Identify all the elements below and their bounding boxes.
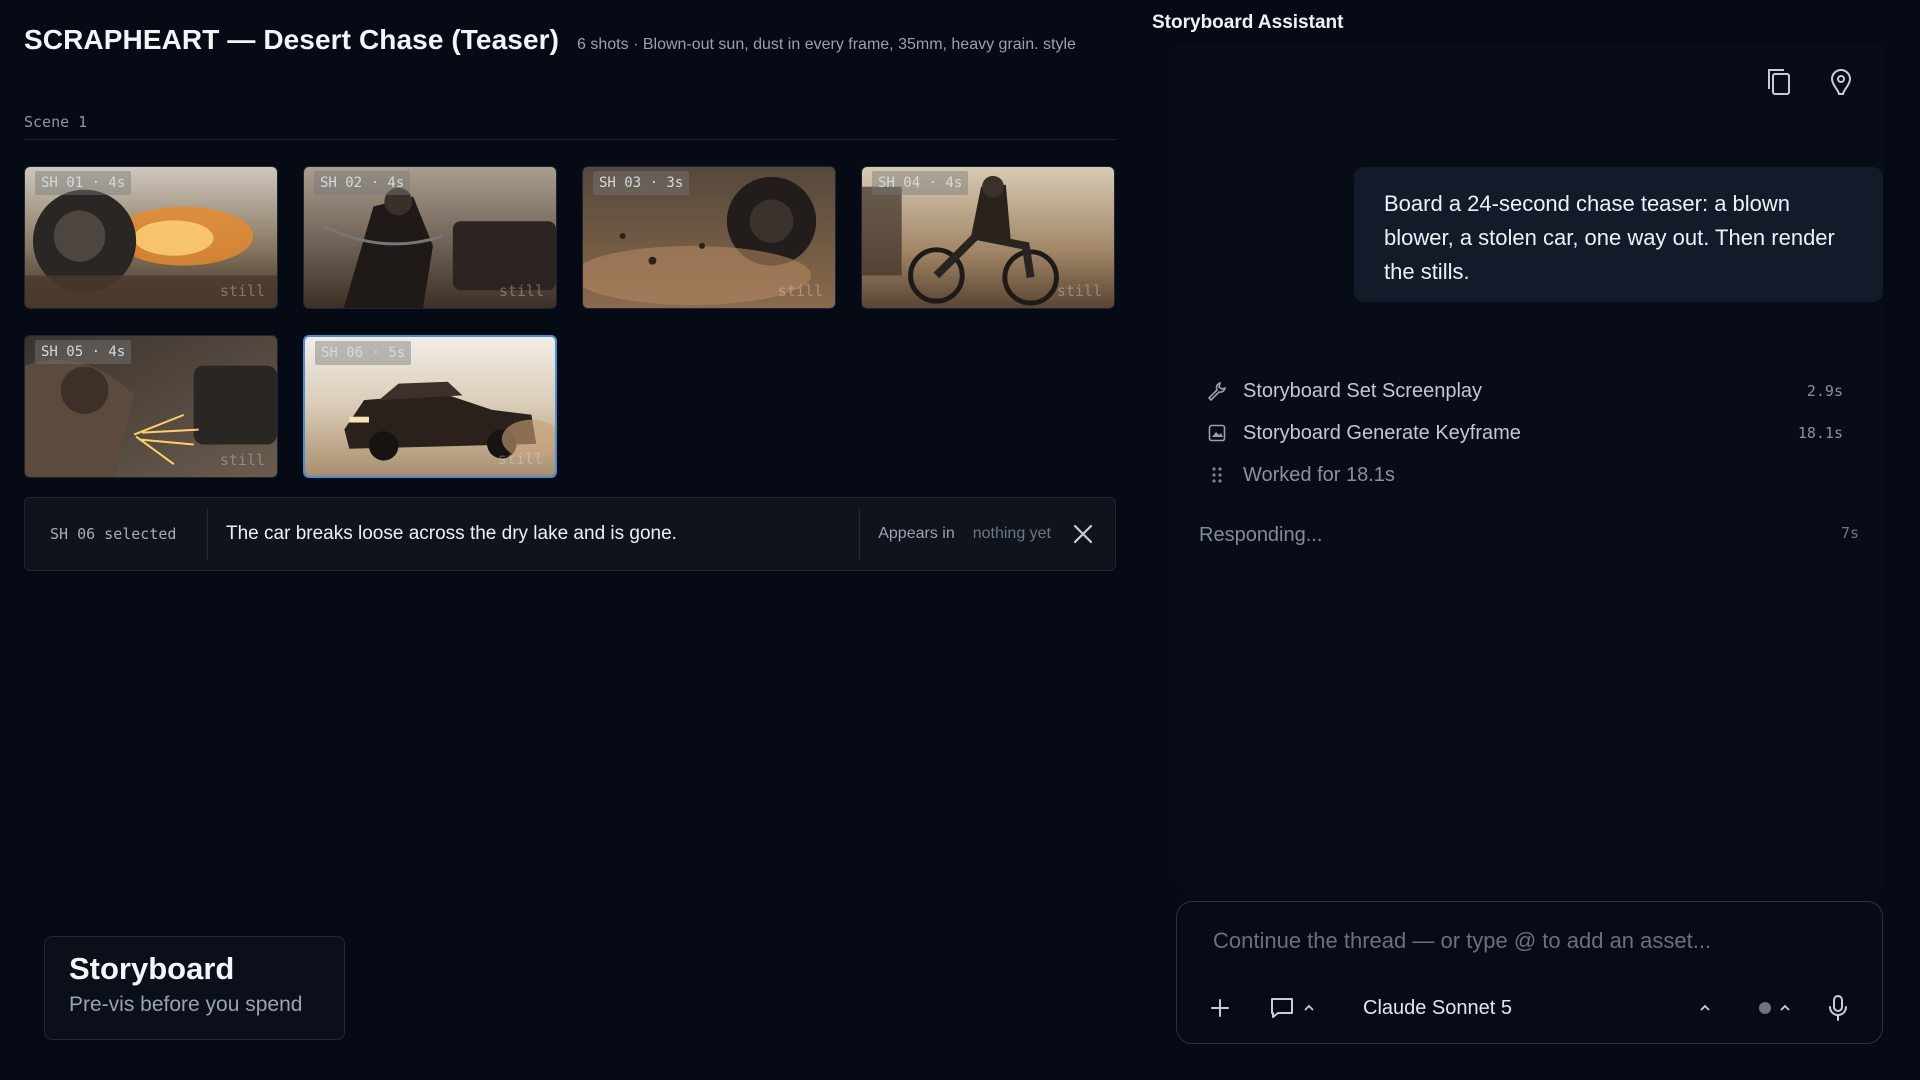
assistant-title: Storyboard Assistant: [1152, 12, 1344, 33]
shot-tag: SH 03 · 3s: [593, 171, 690, 195]
activity-label: Storyboard Set Screenplay: [1243, 379, 1483, 402]
shot-tag: SH 06 · 5s: [315, 341, 412, 365]
copy-icon[interactable]: [1763, 66, 1795, 98]
activity-time: 2.9s: [1806, 382, 1843, 400]
brand-card: Storyboard Pre-vis before you spend: [44, 936, 345, 1040]
still-label: still: [219, 451, 265, 469]
still-label: still: [1056, 282, 1102, 300]
shot-tag: SH 05 · 4s: [35, 340, 132, 364]
project-title: SCRAPHEART — Desert Chase (Teaser): [24, 24, 560, 55]
shot-thumbnail-04[interactable]: SH 04 · 4s still: [861, 166, 1115, 309]
message-input[interactable]: [1213, 928, 1853, 954]
chevron-up-icon: [1304, 1004, 1314, 1011]
shot-thumbnail-01[interactable]: SH 01 · 4s still: [24, 166, 278, 309]
activity-label: Storyboard Generate Keyframe: [1243, 421, 1521, 444]
add-icon[interactable]: [1209, 990, 1231, 1026]
responding-status: Responding... 7s: [1199, 524, 1859, 547]
chevron-up-icon: [1780, 1004, 1790, 1011]
status-dot-icon: [1759, 1002, 1771, 1014]
shot-thumbnail-06[interactable]: SH 06 · 5s still: [303, 335, 557, 478]
still-label: still: [219, 282, 265, 300]
shot-detail-bar: SH 06 selected The car breaks loose acro…: [24, 497, 1116, 571]
shot-thumbnail-05[interactable]: SH 05 · 4s still: [24, 335, 278, 478]
storyboard-workspace: SCRAPHEART — Desert Chase (Teaser) 6 sho…: [0, 0, 1140, 1080]
model-selector[interactable]: Claude Sonnet 5: [1363, 990, 1512, 1026]
microphone-icon[interactable]: [1827, 990, 1849, 1026]
still-label: still: [498, 282, 544, 300]
activity-time: 18.1s: [1797, 424, 1843, 442]
activity-item[interactable]: Storyboard Generate Keyframe 18.1s: [1203, 412, 1843, 454]
still-label: still: [777, 282, 823, 300]
drag-dots-icon: [1203, 463, 1231, 487]
brand-title: Storyboard: [69, 951, 235, 986]
shot-tag: SH 04 · 4s: [872, 171, 969, 195]
brand-subtitle: Pre-vis before you spend: [69, 993, 303, 1016]
project-header: SCRAPHEART — Desert Chase (Teaser) 6 sho…: [24, 24, 1076, 56]
chat-mode-button[interactable]: [1269, 990, 1317, 1026]
appears-in-value: nothing yet: [972, 525, 1051, 542]
model-label: Claude Sonnet 5: [1363, 996, 1513, 1019]
settings-icon[interactable]: [1825, 66, 1857, 98]
project-subtitle: 6 shots · Blown-out sun, dust in every f…: [577, 36, 1076, 53]
status-toggle[interactable]: [1757, 990, 1793, 1026]
activity-label: Worked for 18.1s: [1243, 463, 1395, 486]
shot-grid: SH 01 · 4s still SH 02 · 4s still SH 03 …: [24, 166, 1118, 478]
composer: Claude Sonnet 5: [1176, 901, 1883, 1044]
user-message: Board a 24-second chase teaser: a blown …: [1354, 167, 1883, 302]
close-icon[interactable]: [1069, 520, 1097, 548]
still-label: still: [497, 450, 543, 468]
scene-label: Scene 1: [24, 113, 88, 131]
assistant-panel: Board a 24-second chase teaser: a blown …: [1175, 44, 1884, 889]
responding-label: Responding...: [1199, 524, 1323, 546]
chevron-up-icon[interactable]: [1697, 990, 1713, 1026]
image-icon: [1203, 421, 1231, 445]
activity-item: Worked for 18.1s: [1203, 454, 1843, 496]
activity-item[interactable]: Storyboard Set Screenplay 2.9s: [1203, 370, 1843, 412]
shot-thumbnail-03[interactable]: SH 03 · 3s still: [582, 166, 836, 309]
chat-bubble-icon: [1271, 998, 1293, 1018]
responding-time: 7s: [1840, 524, 1859, 542]
scene-divider: [24, 139, 1116, 140]
shot-tag: SH 01 · 4s: [35, 171, 132, 195]
shot-thumbnail-02[interactable]: SH 02 · 4s still: [303, 166, 557, 309]
activity-list: Storyboard Set Screenplay 2.9s Storyboar…: [1203, 370, 1843, 496]
selected-shot-label: SH 06 selected: [50, 525, 177, 543]
shot-tag: SH 02 · 4s: [314, 171, 411, 195]
wrench-icon: [1203, 379, 1231, 403]
appears-in-label: Appears in: [878, 525, 955, 542]
appears-in: Appears in nothing yet: [860, 520, 1115, 548]
shot-description[interactable]: The car breaks loose across the dry lake…: [208, 523, 859, 545]
